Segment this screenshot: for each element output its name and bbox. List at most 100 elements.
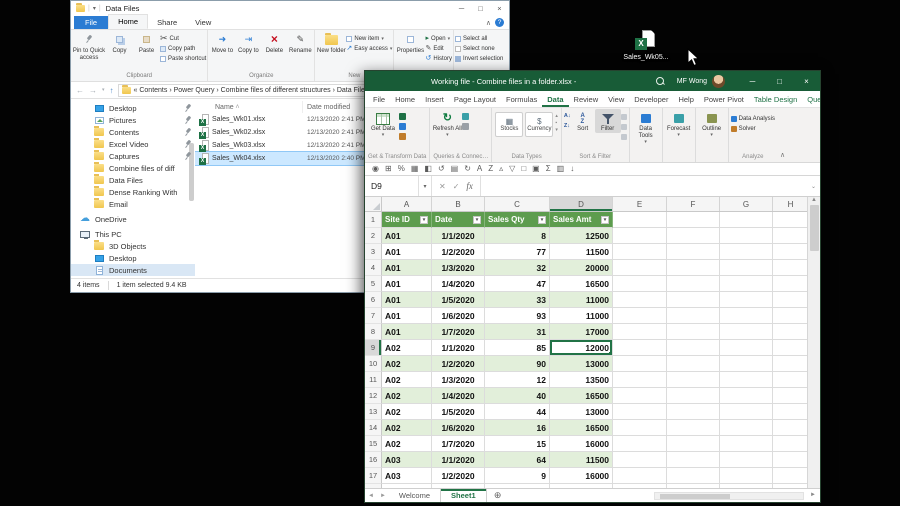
back-arrow-icon[interactable]: ← [75,86,85,95]
sort-az-icon[interactable]: A [477,165,482,173]
explorer-tab-file[interactable]: File [74,16,108,29]
cell-C8[interactable]: 31 [485,324,550,340]
open-button[interactable]: ▸Open ▾ [425,34,452,43]
sum-icon[interactable]: Σ [546,165,551,173]
cell-G16[interactable] [720,452,773,468]
queries-connections-button[interactable] [462,112,469,121]
sort-ascending-button[interactable]: A↓ [564,112,571,121]
cell-A7[interactable]: A01 [382,308,432,324]
cell-A9[interactable]: A02 [382,340,432,356]
explorer-minimize-button[interactable]: ─ [452,1,471,15]
cell-A13[interactable]: A02 [382,404,432,420]
refresh-all-button[interactable]: ↻ Refresh All▾ [432,109,462,139]
solver-button[interactable]: Solver [731,124,775,133]
sidebar-item-email[interactable]: Email [71,198,195,210]
row-header-8[interactable]: 8 [365,324,382,340]
data-tools-button[interactable]: Data Tools▾ [632,109,660,146]
cell-F16[interactable] [667,452,720,468]
cell-G14[interactable] [720,420,773,436]
select-none-button[interactable]: Select none [455,44,503,53]
cell-B13[interactable]: 1/5/2020 [432,404,485,420]
cell-E9[interactable] [613,340,667,356]
from-web-button[interactable] [399,122,406,131]
cell-F8[interactable] [667,324,720,340]
currency-data-type[interactable]: $ Currency [525,112,553,137]
cell-A2[interactable]: A01 [382,228,432,244]
data-types-scroll[interactable]: ▴ ▪ ▾ [554,109,559,133]
ribbon-collapse-icon[interactable]: ∧ [482,19,495,29]
row-header-1[interactable]: 1 [365,212,382,228]
from-table-range-button[interactable] [399,132,406,141]
cell-D13[interactable]: 13000 [550,404,613,420]
sidebar-item-desktop[interactable]: Desktop [71,252,195,264]
filter-button[interactable]: Filter [595,109,621,133]
column-header-B[interactable]: B [432,197,485,211]
cell-D7[interactable]: 11000 [550,308,613,324]
sidebar-item-this-pc[interactable]: This PC [71,228,195,240]
cell-B12[interactable]: 1/4/2020 [432,388,485,404]
excel-minimize-button[interactable]: ─ [739,71,766,91]
cell-D2[interactable]: 12500 [550,228,613,244]
row-header-9[interactable]: 9 [365,340,382,356]
grid-icon[interactable]: ▥ [557,165,565,173]
cell-C14[interactable]: 16 [485,420,550,436]
row-header-6[interactable]: 6 [365,292,382,308]
get-data-button[interactable]: Get Data▾ [367,109,399,139]
row-header-10[interactable]: 10 [365,356,382,372]
cell-A4[interactable]: A01 [382,260,432,276]
cell-D11[interactable]: 13500 [550,372,613,388]
explorer-tab-view[interactable]: View [186,16,220,29]
cell-C12[interactable]: 40 [485,388,550,404]
row-header-17[interactable]: 17 [365,468,382,484]
sheet-tab-sheet1[interactable]: Sheet1 [440,489,487,502]
stocks-data-type[interactable]: ▦ Stocks [495,112,523,137]
copy-button[interactable]: Copy [106,31,133,55]
cell-A3[interactable]: A01 [382,244,432,260]
cell-D3[interactable]: 11500 [550,244,613,260]
sort-descending-button[interactable]: Z↓ [564,122,571,131]
cell-F4[interactable] [667,260,720,276]
cell-G7[interactable] [720,308,773,324]
cell-B17[interactable]: 1/2/2020 [432,468,485,484]
sidebar-item-combine-files-of-diff[interactable]: Combine files of diff [71,162,195,174]
cell-B5[interactable]: 1/4/2020 [432,276,485,292]
excel-tab-table-design[interactable]: Table Design [749,91,802,107]
cell-E6[interactable] [613,292,667,308]
row-header-2[interactable]: 2 [365,228,382,244]
avatar[interactable] [712,75,725,88]
cell-F12[interactable] [667,388,720,404]
cell-F6[interactable] [667,292,720,308]
cell-E7[interactable] [613,308,667,324]
cell-G3[interactable] [720,244,773,260]
cell-G5[interactable] [720,276,773,292]
new-folder-button[interactable]: New folder [316,31,346,55]
cell-H9[interactable] [773,340,807,356]
percent-icon[interactable]: % [398,165,405,173]
cell-D12[interactable]: 16500 [550,388,613,404]
cancel-icon[interactable]: ✕ [439,182,446,191]
cell-C15[interactable]: 15 [485,436,550,452]
cell-A10[interactable]: A02 [382,356,432,372]
sidebar-item-downloads[interactable]: ↓Downloads [71,276,195,278]
excel-tab-query[interactable]: Query [802,91,820,107]
cell-A14[interactable]: A02 [382,420,432,436]
column-header-A[interactable]: A [382,197,432,211]
cell-C10[interactable]: 90 [485,356,550,372]
cell-F15[interactable] [667,436,720,452]
cell-G15[interactable] [720,436,773,452]
edit-button[interactable]: ✎Edit [425,44,452,53]
cell-C13[interactable]: 44 [485,404,550,420]
cell-A12[interactable]: A02 [382,388,432,404]
cell-G4[interactable] [720,260,773,276]
row-header-13[interactable]: 13 [365,404,382,420]
cell-E1[interactable] [613,212,667,228]
cell-A15[interactable]: A02 [382,436,432,452]
name-box[interactable]: D9 [365,176,419,196]
explorer-tab-home[interactable]: Home [108,14,148,29]
cell-H11[interactable] [773,372,807,388]
row-header-15[interactable]: 15 [365,436,382,452]
cell-D4[interactable]: 20000 [550,260,613,276]
cell-C17[interactable]: 9 [485,468,550,484]
cell-E15[interactable] [613,436,667,452]
row-header-4[interactable]: 4 [365,260,382,276]
